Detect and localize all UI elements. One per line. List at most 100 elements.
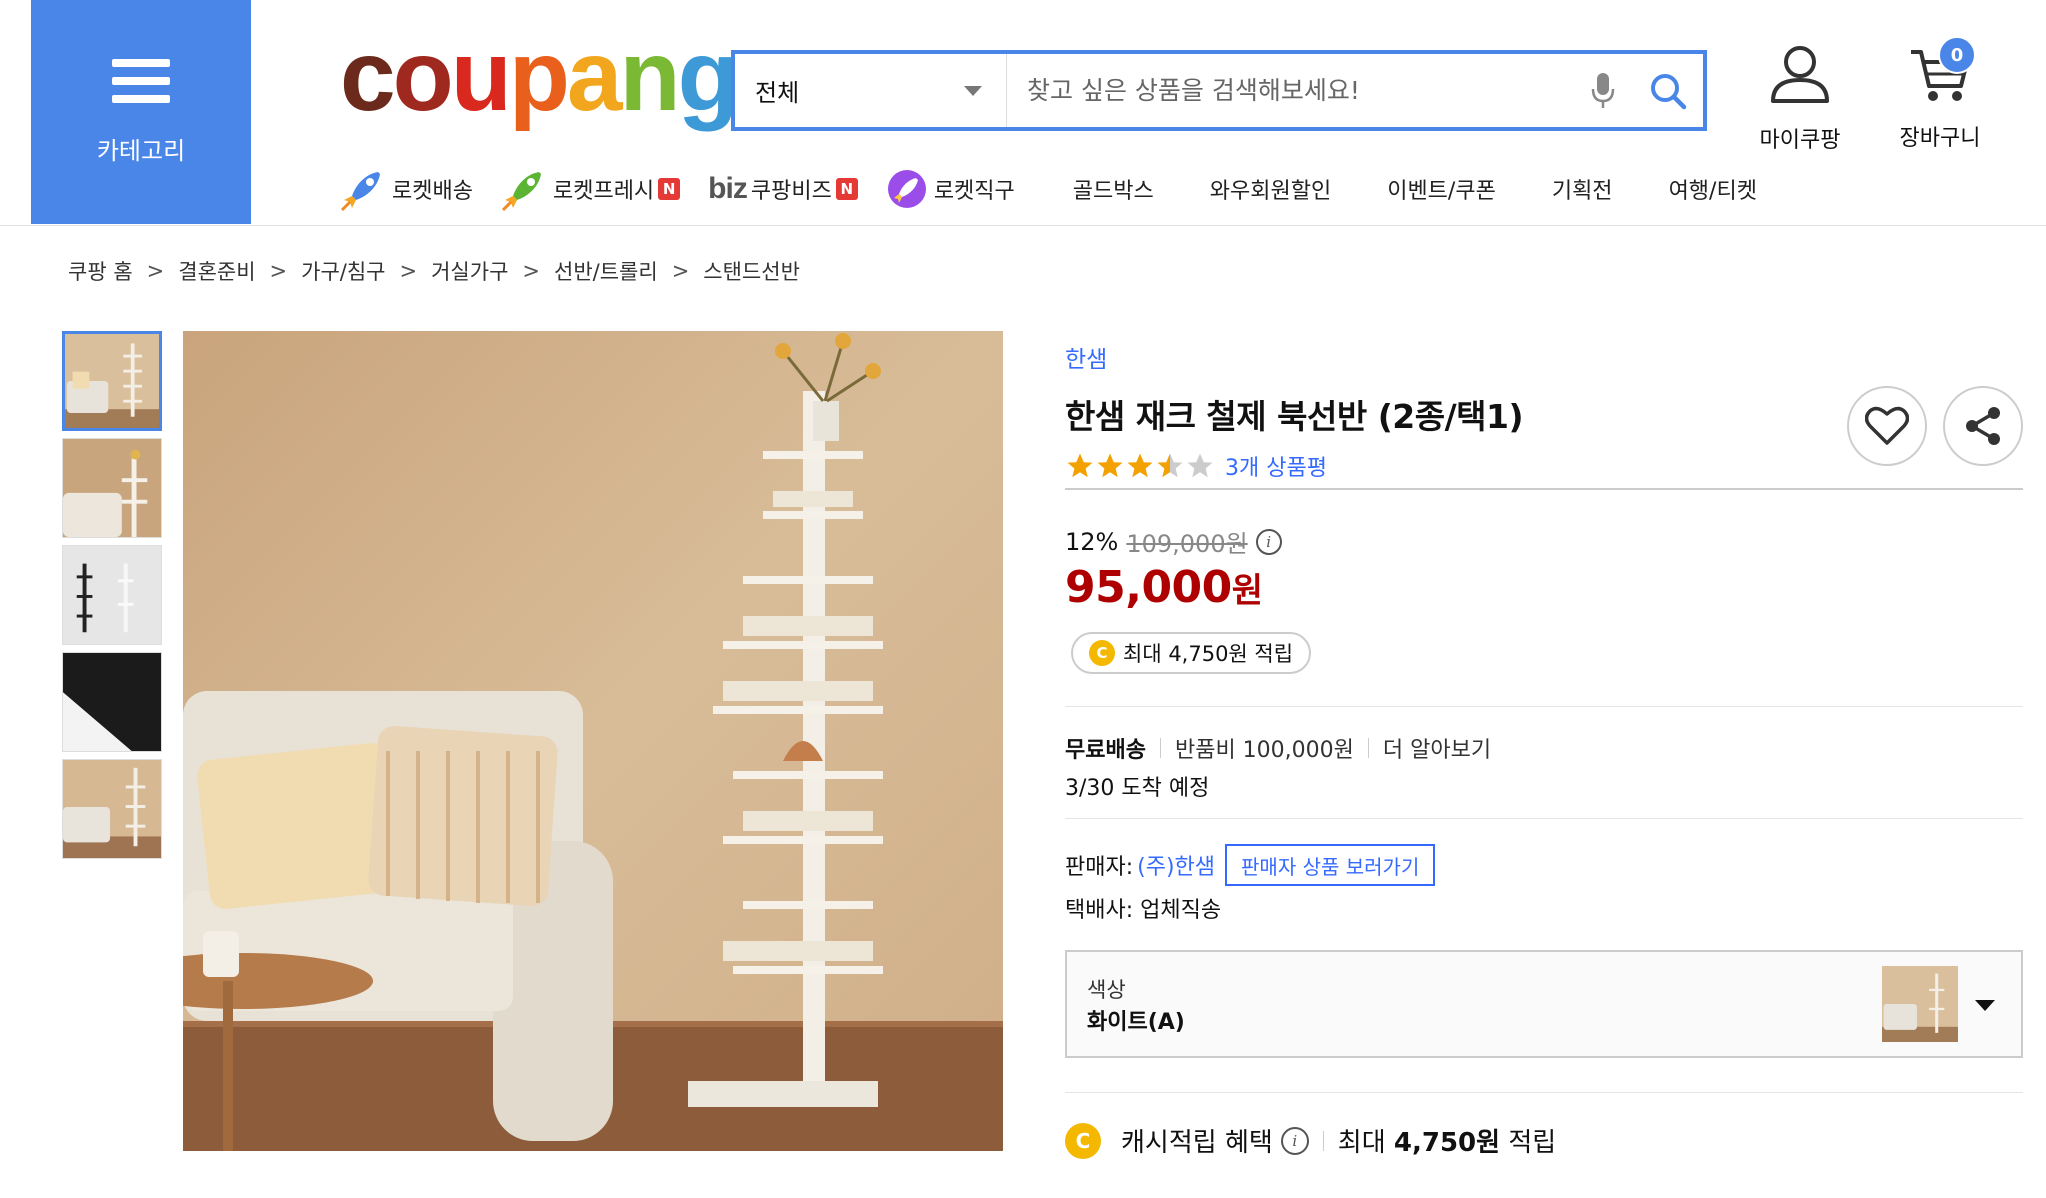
search-scope-value: 전체 (755, 79, 800, 107)
rocket-fresh-icon (501, 172, 541, 212)
rocket-global-icon (887, 170, 926, 208)
cash-benefit-amount: 4,750원 (1393, 1128, 1501, 1158)
info-icon[interactable]: i (1280, 1126, 1309, 1155)
cart-button[interactable]: 0 장바구니 (1890, 36, 1990, 152)
product-thumbnail[interactable] (62, 545, 162, 645)
nav-coupang-biz[interactable]: biz 쿠팡비즈 N (708, 172, 858, 206)
nav-rocket-delivery[interactable]: 로켓배송 (340, 166, 473, 212)
product-thumbnail[interactable] (62, 759, 162, 859)
divider (1065, 488, 2023, 490)
heart-icon (1865, 406, 1909, 445)
separator (1322, 1130, 1324, 1151)
nav-label: 와우회원할인 (1209, 179, 1332, 204)
search-icon[interactable] (1633, 72, 1703, 110)
thumbnail-list (62, 331, 164, 866)
option-thumbnail (1882, 966, 1958, 1042)
my-coupang-label: 마이쿠팡 (1759, 128, 1841, 153)
share-button[interactable] (1943, 386, 2023, 466)
coupang-cash-icon: C (1065, 1122, 1101, 1159)
search-scope-select[interactable]: 전체 (735, 54, 1007, 127)
product-thumbnail[interactable] (62, 438, 162, 538)
shipping-info: 무료배송 반품비 100,000원 더 알아보기 (1065, 732, 1491, 764)
cash-reward-text: 최대 4,750원 적립 (1123, 642, 1294, 666)
new-badge: N (835, 178, 858, 200)
divider (1065, 706, 2023, 707)
discount-rate: 12% (1065, 527, 1119, 556)
product-thumbnail[interactable] (62, 652, 162, 752)
biz-logo-icon: biz (708, 172, 748, 205)
breadcrumb-item[interactable]: 스탠드선반 (703, 256, 800, 286)
wishlist-button[interactable] (1847, 386, 1927, 466)
seller-products-button[interactable]: 판매자 상품 보러가기 (1225, 844, 1436, 886)
arrival-date: 3/30 도착 예정 (1065, 776, 1210, 801)
category-button[interactable]: 카테고리 (31, 0, 251, 224)
price-row: 12% 109,000원 i (1065, 524, 1282, 559)
header: 카테고리 coupang 전체 마이쿠팡 (0, 0, 2046, 226)
star-icon (1067, 453, 1093, 478)
nav-label: 로켓배송 (392, 179, 473, 204)
review-count-link[interactable]: 3개 상품평 (1225, 450, 1327, 482)
separator (1159, 738, 1161, 758)
color-option-select[interactable]: 색상 화이트(A) (1065, 950, 2023, 1058)
menu-icon (112, 58, 170, 103)
nav-label: 골드박스 (1072, 179, 1154, 204)
star-empty-icon (1187, 453, 1213, 478)
star-icon (1127, 453, 1153, 478)
nav-events-coupons[interactable]: 이벤트/쿠폰 (1387, 173, 1496, 205)
original-price: 109,000원 (1126, 530, 1248, 558)
nav-goldbox[interactable]: 골드박스 (1073, 173, 1154, 205)
nav-wow-discount[interactable]: 와우회원할인 (1210, 173, 1331, 205)
coupang-cash-icon: C (1089, 640, 1115, 666)
nav-travel-tickets[interactable]: 여행/티켓 (1669, 173, 1757, 205)
nav-label: 로켓프레시 (552, 179, 655, 204)
cash-benefit: C 캐시적립 혜택 i 최대 4,750원 적립 (1065, 1122, 1556, 1159)
breadcrumb-separator: > (399, 259, 418, 283)
main-nav: 로켓배송 로켓프레시 N biz 쿠팡비즈 N 로켓직구 골드박스 와우회원할인… (340, 166, 1757, 212)
return-fee: 반품비 100,000원 (1174, 738, 1354, 763)
breadcrumb-item[interactable]: 거실가구 (431, 256, 508, 286)
breadcrumb-item[interactable]: 쿠팡 홈 (68, 256, 133, 286)
breadcrumb: 쿠팡 홈 > 결혼준비 > 가구/침구 > 거실가구 > 선반/트롤리 > 스탠… (68, 256, 800, 286)
product-thumbnail[interactable] (62, 331, 162, 431)
nav-label: 로켓직구 (933, 179, 1015, 204)
cash-benefit-label: 캐시적립 혜택 (1121, 1128, 1273, 1158)
breadcrumb-item[interactable]: 결혼준비 (178, 256, 255, 286)
star-rating (1065, 451, 1215, 481)
learn-more-link[interactable]: 더 알아보기 (1383, 732, 1491, 764)
coupang-logo[interactable]: coupang (340, 26, 739, 126)
rocket-icon (340, 172, 380, 212)
category-label: 카테고리 (96, 136, 186, 165)
half-star-icon (1157, 453, 1183, 478)
option-label: 색상 (1087, 978, 1126, 1002)
microphone-icon[interactable] (1573, 71, 1633, 111)
cart-label: 장바구니 (1899, 126, 1981, 151)
main-product-image[interactable] (183, 331, 1003, 1151)
shipping-type: 무료배송 (1065, 738, 1146, 763)
user-icon (1771, 46, 1829, 103)
breadcrumb-item[interactable]: 가구/침구 (301, 256, 385, 286)
search-bar: 전체 (731, 50, 1707, 131)
cash-reward-badge: C 최대 4,750원 적립 (1071, 632, 1312, 674)
nav-label: 쿠팡비즈 (750, 179, 832, 204)
my-coupang-button[interactable]: 마이쿠팡 (1752, 44, 1848, 154)
new-badge: N (658, 178, 681, 200)
nav-rocket-global[interactable]: 로켓직구 (886, 168, 1015, 210)
info-icon[interactable]: i (1255, 528, 1282, 555)
chevron-down-icon (1975, 1000, 1995, 1011)
breadcrumb-separator: > (522, 259, 540, 283)
seller-info: 판매자: (주)한샘 판매자 상품 보러가기 (1065, 844, 1436, 886)
option-value: 화이트(A) (1087, 1010, 1185, 1035)
search-input[interactable] (1007, 54, 1573, 127)
cash-benefit-suffix: 적립 (1508, 1128, 1557, 1158)
brand-link[interactable]: 한샘 (1065, 340, 2025, 374)
nav-label: 이벤트/쿠폰 (1387, 179, 1496, 204)
breadcrumb-item[interactable]: 선반/트롤리 (554, 256, 658, 286)
breadcrumb-separator: > (146, 259, 165, 283)
seller-name-link[interactable]: (주)한샘 (1137, 849, 1215, 881)
sale-price-value: 95,000 (1065, 562, 1232, 613)
nav-exhibitions[interactable]: 기획전 (1552, 173, 1613, 205)
sale-price: 95,000원 (1065, 562, 1263, 613)
sale-price-unit: 원 (1231, 571, 1263, 611)
divider (1065, 818, 2023, 819)
nav-rocket-fresh[interactable]: 로켓프레시 N (501, 166, 681, 212)
